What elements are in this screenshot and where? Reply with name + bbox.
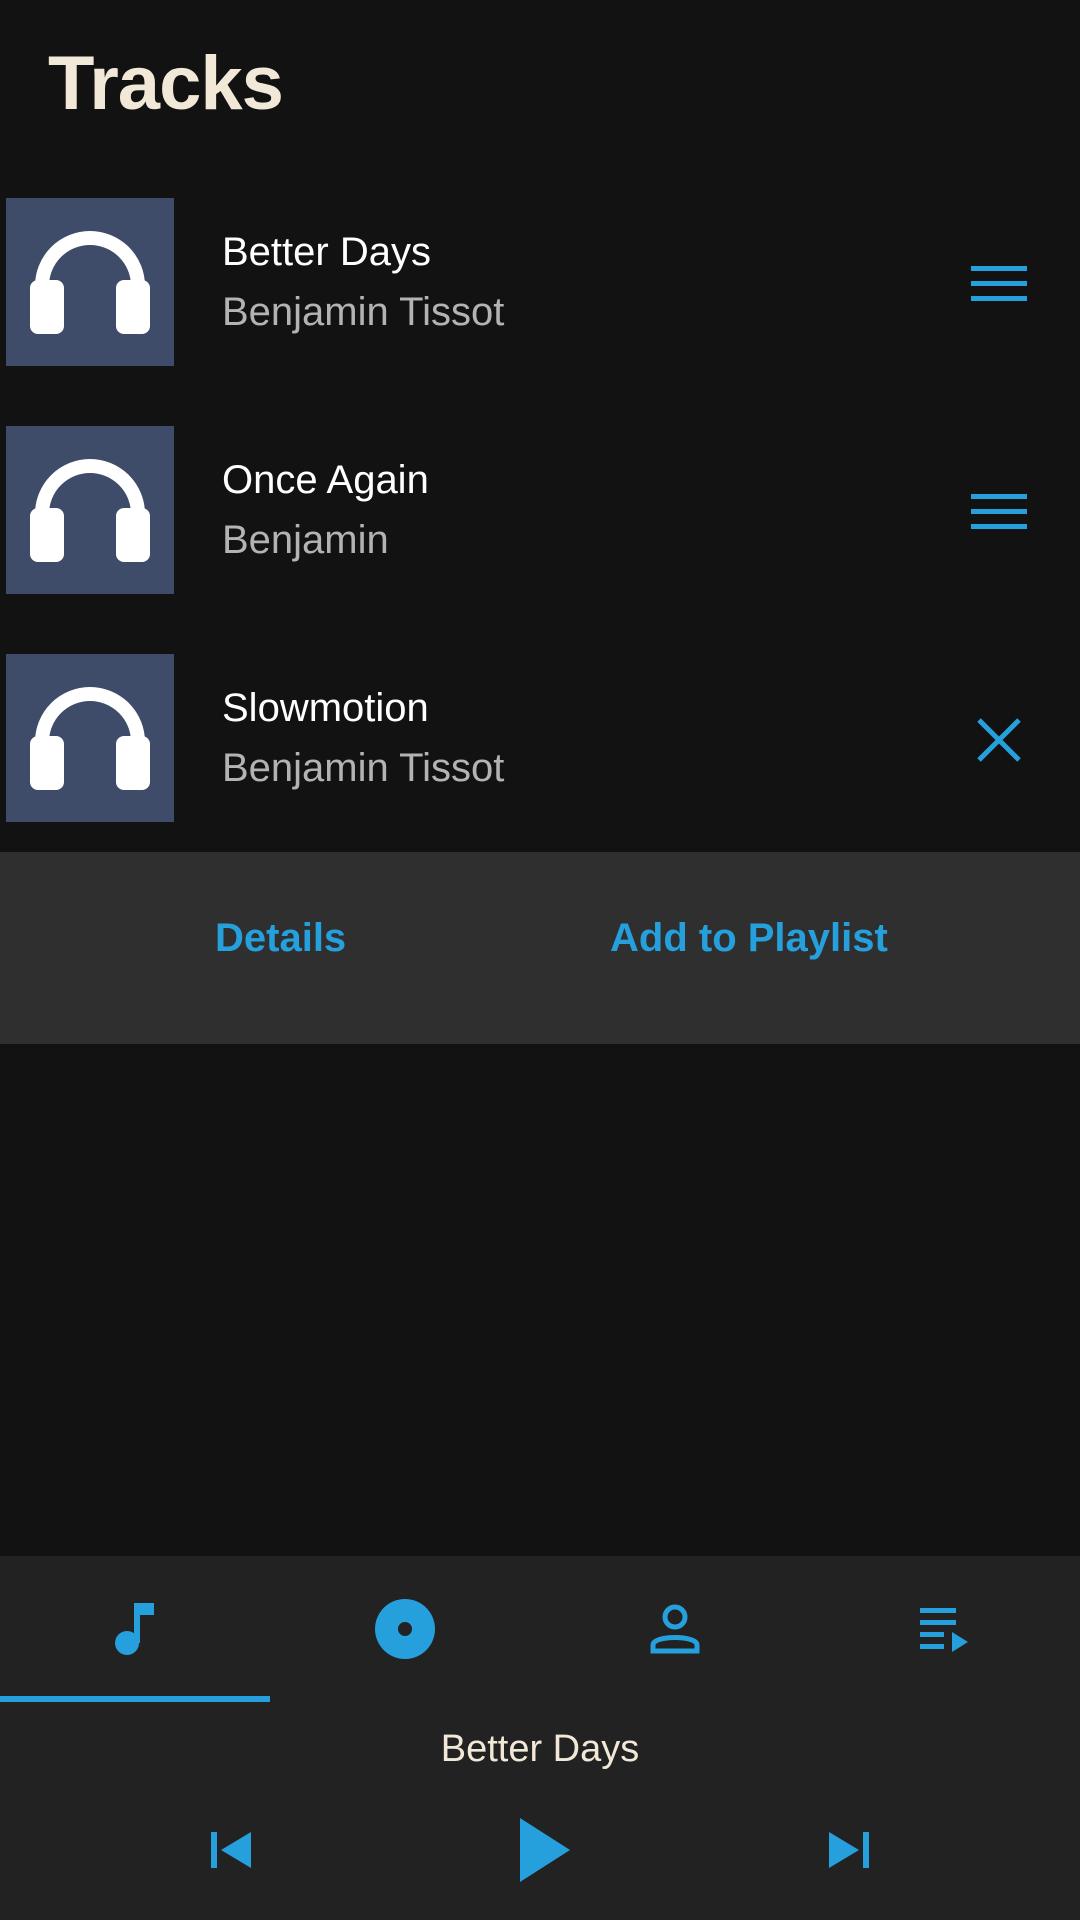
previous-button[interactable] bbox=[200, 1810, 264, 1890]
details-button[interactable]: Details bbox=[215, 916, 346, 961]
skip-previous-icon bbox=[211, 1832, 251, 1868]
track-artwork bbox=[6, 198, 174, 366]
album-icon bbox=[375, 1599, 435, 1659]
playlist-play-icon bbox=[920, 1608, 968, 1652]
tab-tracks[interactable] bbox=[0, 1556, 270, 1702]
track-artist: Benjamin Tissot bbox=[222, 290, 505, 334]
tracks-screen: Tracks Better Days Benjamin Tissot Once … bbox=[0, 0, 1080, 1920]
track-title: Slowmotion bbox=[222, 686, 429, 730]
track-artwork bbox=[6, 426, 174, 594]
tab-playlists[interactable] bbox=[810, 1556, 1080, 1702]
close-button[interactable] bbox=[958, 708, 1040, 772]
page-title: Tracks bbox=[48, 41, 284, 126]
add-to-playlist-button[interactable]: Add to Playlist bbox=[610, 916, 888, 961]
track-artwork bbox=[6, 654, 174, 822]
close-icon bbox=[977, 718, 1021, 762]
menu-icon bbox=[971, 266, 1027, 301]
now-playing-title: Better Days bbox=[440, 1728, 640, 1770]
next-button[interactable] bbox=[816, 1810, 880, 1890]
track-title: Once Again bbox=[222, 458, 429, 502]
menu-icon bbox=[971, 494, 1027, 529]
track-title: Better Days bbox=[222, 230, 431, 274]
tab-albums[interactable] bbox=[270, 1556, 540, 1702]
track-action-panel: Details Add to Playlist bbox=[0, 852, 1080, 1044]
play-button[interactable] bbox=[508, 1810, 580, 1890]
bottom-player-bar: Better Days bbox=[0, 1556, 1080, 1920]
track-row[interactable]: Once Again Benjamin bbox=[0, 400, 1080, 628]
headphones-icon bbox=[30, 687, 150, 790]
track-row[interactable]: Slowmotion Benjamin Tissot bbox=[0, 628, 1080, 856]
track-menu-button[interactable] bbox=[958, 480, 1040, 544]
headphones-icon bbox=[30, 231, 150, 334]
music-note-icon bbox=[115, 1603, 154, 1655]
bottom-tabs bbox=[0, 1556, 1080, 1702]
active-tab-indicator bbox=[0, 1696, 270, 1702]
tab-artists[interactable] bbox=[540, 1556, 810, 1702]
track-artist: Benjamin bbox=[222, 518, 389, 562]
play-icon bbox=[520, 1818, 570, 1882]
track-artist: Benjamin Tissot bbox=[222, 746, 505, 790]
track-row[interactable]: Better Days Benjamin Tissot bbox=[0, 172, 1080, 400]
headphones-icon bbox=[30, 459, 150, 562]
track-menu-button[interactable] bbox=[958, 252, 1040, 316]
skip-next-icon bbox=[829, 1832, 869, 1868]
person-icon bbox=[650, 1604, 700, 1654]
